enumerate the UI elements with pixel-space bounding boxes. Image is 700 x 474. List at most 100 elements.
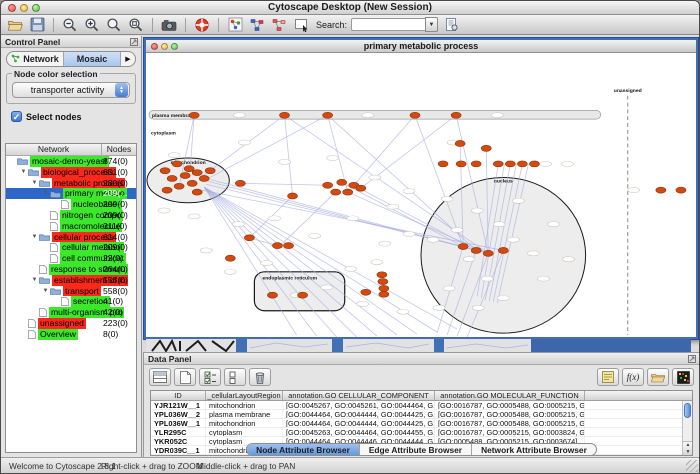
tree-row[interactable]: secretion41(0) bbox=[6, 296, 136, 307]
network-edge[interactable] bbox=[204, 187, 296, 335]
expand-triangle-icon[interactable]: ▼ bbox=[30, 275, 39, 286]
network-node[interactable] bbox=[174, 183, 184, 189]
network-edge[interactable] bbox=[204, 187, 357, 337]
tree-row-label[interactable]: Overview bbox=[38, 329, 78, 340]
network-node[interactable] bbox=[471, 247, 481, 253]
select-nodes-checkbox[interactable]: ✓ bbox=[11, 111, 22, 122]
network-node[interactable] bbox=[676, 187, 686, 193]
tab-network[interactable]: Network bbox=[7, 52, 64, 66]
advanced-search-icon[interactable] bbox=[442, 16, 460, 33]
network-edge[interactable] bbox=[206, 115, 327, 179]
tree-column-network[interactable]: Network bbox=[6, 144, 102, 155]
select-attributes-icon[interactable] bbox=[199, 368, 221, 386]
network-node[interactable] bbox=[331, 189, 341, 195]
table-cell[interactable]: [GO:0044464, GO:0044444, GO:0044425, G..… bbox=[283, 410, 435, 418]
tree-row[interactable]: macromolecule311(0) bbox=[6, 221, 136, 232]
search-dropdown-button[interactable]: ▼ bbox=[425, 17, 438, 32]
zoom-selected-icon[interactable] bbox=[105, 16, 123, 33]
network-node[interactable] bbox=[377, 272, 387, 278]
zoom-in-icon[interactable] bbox=[83, 16, 101, 33]
notes-icon[interactable] bbox=[597, 368, 619, 386]
table-cell[interactable]: YPL036W__2 bbox=[151, 410, 206, 418]
vizmapper-icon[interactable] bbox=[226, 16, 244, 33]
tree-row[interactable]: multi-organism pro42(0) bbox=[6, 307, 136, 318]
network-window-titlebar[interactable]: primary metabolic process bbox=[146, 40, 696, 53]
formula-fx-icon[interactable]: f(x) bbox=[622, 368, 644, 386]
network-node[interactable] bbox=[192, 170, 202, 176]
expand-triangle-icon[interactable]: ▼ bbox=[19, 167, 28, 178]
network-node[interactable] bbox=[225, 255, 235, 261]
table-cell[interactable]: [GO:0016787, GO:0005488, GO:0005215, G..… bbox=[435, 401, 585, 409]
table-cell[interactable]: [GO:0045263, GO:0044464, GO:0044455, G..… bbox=[283, 428, 435, 436]
network-node[interactable] bbox=[361, 289, 371, 295]
table-row[interactable]: YPL036W__2plasma membrane[GO:0044464, GO… bbox=[151, 410, 692, 419]
tree-row[interactable]: Overview8(0) bbox=[6, 329, 136, 340]
network-node[interactable] bbox=[483, 250, 493, 256]
float-panel-icon[interactable] bbox=[130, 38, 138, 48]
tree-row[interactable]: ▼cellular process614(0) bbox=[6, 232, 136, 243]
network-node[interactable] bbox=[451, 112, 461, 118]
window-fragment-edge[interactable] bbox=[236, 339, 247, 352]
table-cell[interactable]: mitochondrion bbox=[206, 401, 283, 409]
network-node[interactable] bbox=[192, 189, 202, 195]
table-cell[interactable]: [GO:0016787, GO:0005215, GO:0003824, G..… bbox=[435, 428, 585, 436]
expand-triangle-icon[interactable]: ▼ bbox=[41, 286, 50, 297]
tree-row[interactable]: ▼primary metabo209(... bbox=[6, 188, 136, 199]
network-node[interactable] bbox=[288, 193, 298, 199]
network-node[interactable] bbox=[356, 185, 366, 191]
network-edge[interactable] bbox=[354, 115, 415, 185]
annotation-select-icon[interactable] bbox=[292, 16, 310, 33]
table-cell[interactable]: YLR295C bbox=[151, 428, 206, 436]
tree-row-label[interactable]: transport bbox=[63, 286, 101, 297]
network-node[interactable] bbox=[199, 175, 209, 181]
node-color-dropdown[interactable]: transporter activity ▲▼ bbox=[12, 82, 130, 98]
open-folder-icon[interactable] bbox=[647, 368, 669, 386]
table-cell[interactable]: YPL036W__1 bbox=[151, 419, 206, 427]
tab-mosaic[interactable]: Mosaic bbox=[64, 52, 121, 66]
expand-triangle-icon[interactable]: ▼ bbox=[30, 178, 39, 189]
delete-attribute-icon[interactable] bbox=[249, 368, 271, 386]
network-node[interactable] bbox=[498, 247, 508, 253]
network-node[interactable] bbox=[272, 243, 282, 249]
table-cell[interactable]: [GO:0016787, GO:0005488, GO:0005215, G..… bbox=[435, 419, 585, 427]
tree-row[interactable]: nucleobase-209(0) bbox=[6, 199, 136, 210]
expand-triangle-icon[interactable]: ▼ bbox=[41, 188, 50, 199]
layout-blue-network-icon[interactable] bbox=[248, 16, 266, 33]
help-lifering-icon[interactable] bbox=[193, 16, 211, 33]
network-node[interactable] bbox=[456, 161, 466, 167]
tree-row[interactable]: cellular metabol209(0) bbox=[6, 242, 136, 253]
attribute-table-icon[interactable] bbox=[149, 368, 171, 386]
table-cell[interactable]: mitochondrion bbox=[206, 419, 283, 427]
tab-overflow-arrow[interactable]: ▶ bbox=[121, 52, 135, 66]
network-node[interactable] bbox=[205, 168, 215, 174]
network-node[interactable] bbox=[189, 112, 199, 118]
snapshot-camera-icon[interactable] bbox=[160, 16, 178, 33]
column-header-region[interactable]: _cellularLayoutRegion bbox=[206, 391, 283, 400]
save-icon[interactable] bbox=[28, 16, 46, 33]
tree-row-label[interactable]: mosaic-demo-yeast bbox=[30, 156, 109, 167]
network-node[interactable] bbox=[471, 161, 481, 167]
tree-row[interactable]: unassigned223(0) bbox=[6, 318, 136, 329]
network-node[interactable] bbox=[438, 161, 448, 167]
network-edge[interactable] bbox=[202, 115, 284, 176]
float-panel-icon[interactable] bbox=[688, 355, 696, 365]
tree-row[interactable]: ▼metabolic process280(0) bbox=[6, 178, 136, 189]
layout-red-network-icon[interactable] bbox=[270, 16, 288, 33]
table-cell[interactable]: plasma membrane bbox=[206, 410, 283, 418]
network-node[interactable] bbox=[493, 161, 503, 167]
close-button[interactable] bbox=[8, 4, 16, 12]
table-row[interactable]: YLR295Ccytoplasm[GO:0045263, GO:0044464,… bbox=[151, 428, 692, 437]
open-folder-icon[interactable] bbox=[6, 16, 24, 33]
network-node[interactable] bbox=[529, 161, 539, 167]
network-node[interactable] bbox=[379, 291, 389, 297]
table-row[interactable]: YJR121W__1mitochondrion[GO:0045267, GO:0… bbox=[151, 401, 692, 410]
tree-row[interactable]: cell communicat22(0) bbox=[6, 253, 136, 264]
minimize-icon[interactable] bbox=[161, 43, 168, 50]
tree-row[interactable]: ▼transport558(0) bbox=[6, 286, 136, 297]
window-fragment-edge[interactable] bbox=[434, 339, 444, 352]
column-header-cellular-component[interactable]: annotation.GO CELLULAR_COMPONENT bbox=[283, 391, 435, 400]
scrollbar-thumb[interactable] bbox=[684, 403, 691, 418]
unselect-attributes-icon[interactable] bbox=[224, 368, 246, 386]
network-node[interactable] bbox=[187, 180, 197, 186]
network-node[interactable] bbox=[162, 187, 172, 193]
